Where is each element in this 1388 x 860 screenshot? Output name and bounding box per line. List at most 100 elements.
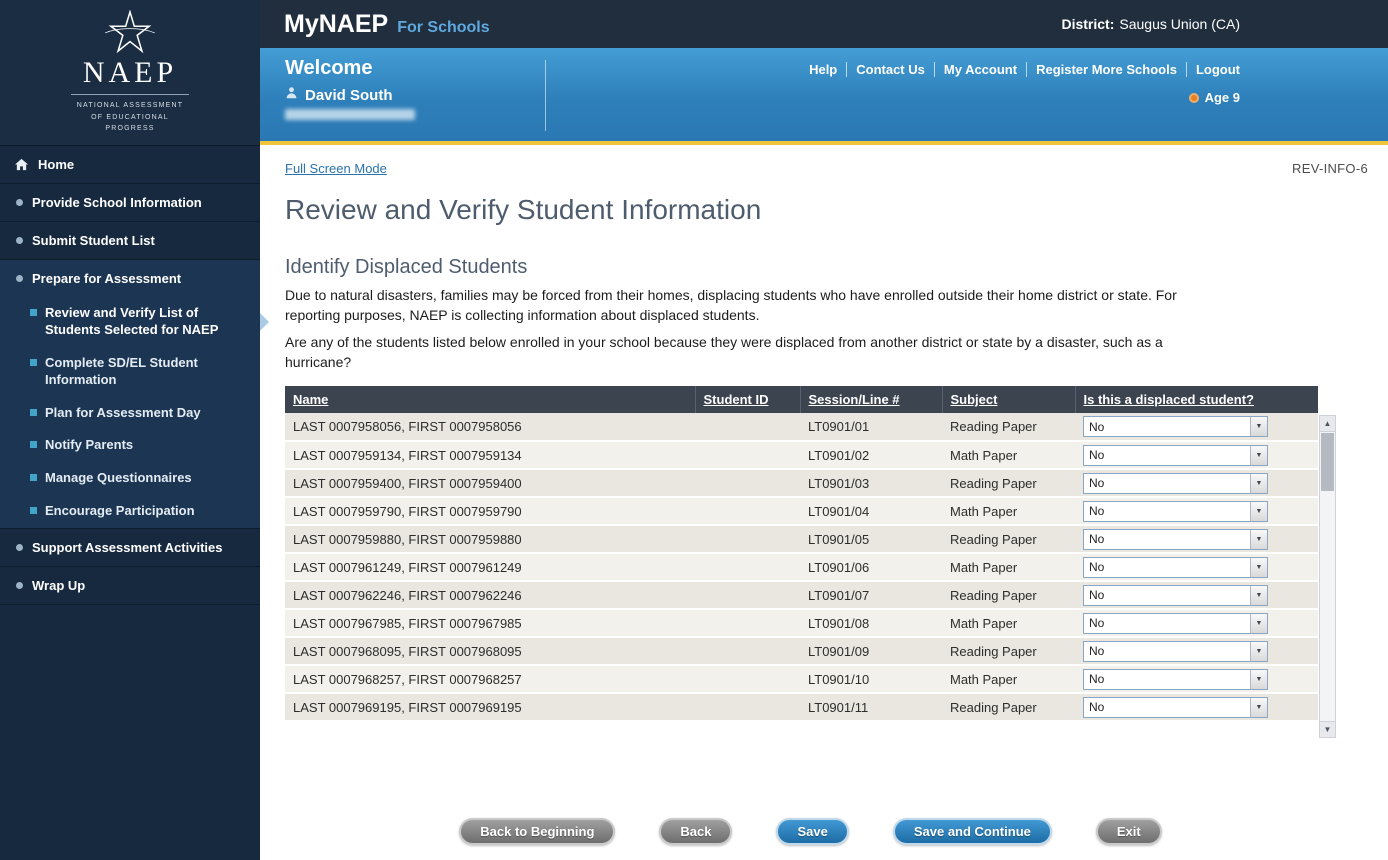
displaced-student-select[interactable]: No ▼: [1083, 641, 1268, 662]
chevron-down-icon: ▼: [1250, 614, 1267, 633]
select-value: No: [1084, 504, 1104, 518]
displaced-student-select[interactable]: No ▼: [1083, 585, 1268, 606]
table-row: LAST 0007968257, FIRST 0007968257 LT0901…: [285, 665, 1318, 693]
scroll-track[interactable]: [1320, 432, 1335, 721]
sidebar-subitem-label: Complete SD/EL Student Information: [45, 355, 246, 389]
displaced-cell: No ▼: [1075, 693, 1318, 721]
session-line-cell: LT0901/03: [800, 469, 942, 497]
table-row: LAST 0007961249, FIRST 0007961249 LT0901…: [285, 553, 1318, 581]
welcome-block: Welcome David South: [285, 57, 415, 120]
sidebar-group-prepare-for-assessment: Prepare for Assessment Review and Verify…: [0, 260, 260, 529]
table-scrollbar[interactable]: ▲ ▼: [1319, 415, 1336, 738]
subject-cell: Math Paper: [942, 553, 1075, 581]
session-line-cell: LT0901/08: [800, 609, 942, 637]
sidebar-item-provide-school-information[interactable]: Provide School Information: [0, 184, 260, 222]
exit-button[interactable]: Exit: [1096, 818, 1162, 845]
select-value: No: [1084, 420, 1104, 434]
save-button[interactable]: Save: [776, 818, 848, 845]
chevron-down-icon: ▼: [1250, 502, 1267, 521]
column-header-name[interactable]: Name: [285, 386, 695, 413]
select-value: No: [1084, 560, 1104, 574]
nav-link-register-more-schools[interactable]: Register More Schools: [1027, 62, 1187, 77]
page-code: REV-INFO-6: [1292, 161, 1368, 176]
back-to-beginning-button[interactable]: Back to Beginning: [459, 818, 615, 845]
home-icon: [14, 158, 29, 171]
naep-star-icon: [101, 10, 159, 54]
nav-link-help[interactable]: Help: [800, 62, 847, 77]
displaced-cell: No ▼: [1075, 441, 1318, 469]
sidebar-item-support-assessment-activities[interactable]: Support Assessment Activities: [0, 529, 260, 567]
column-header-student-id[interactable]: Student ID: [695, 386, 800, 413]
welcome-heading: Welcome: [285, 57, 415, 80]
student-id-cell: [695, 441, 800, 469]
nav-link-contact-us[interactable]: Contact Us: [847, 62, 935, 77]
full-screen-mode-link[interactable]: Full Screen Mode: [285, 161, 387, 176]
column-header-displaced[interactable]: Is this a displaced student?: [1075, 386, 1318, 413]
nav-link-my-account[interactable]: My Account: [935, 62, 1027, 77]
age-badge[interactable]: Age 9: [1189, 90, 1240, 105]
student-name-cell: LAST 0007962246, FIRST 0007962246: [285, 581, 695, 609]
scroll-thumb[interactable]: [1321, 433, 1334, 491]
content-meta: Full Screen Mode REV-INFO-6: [285, 161, 1368, 176]
square-bullet-icon: [30, 507, 37, 514]
sidebar-subitem-manage-questionnaires[interactable]: Manage Questionnaires: [0, 462, 260, 495]
column-header-session-line[interactable]: Session/Line #: [800, 386, 942, 413]
chevron-down-icon: ▼: [1250, 474, 1267, 493]
column-header-subject[interactable]: Subject: [942, 386, 1075, 413]
content-area: Full Screen Mode REV-INFO-6 Review and V…: [260, 145, 1388, 860]
displaced-student-select[interactable]: No ▼: [1083, 557, 1268, 578]
displaced-cell: No ▼: [1075, 469, 1318, 497]
intro-text: Due to natural disasters, families may b…: [285, 285, 1185, 326]
sidebar-item-home[interactable]: Home: [0, 146, 260, 184]
student-name-cell: LAST 0007961249, FIRST 0007961249: [285, 553, 695, 581]
students-table-container: Name Student ID Session/Line # Subject I…: [285, 386, 1336, 738]
displaced-student-select[interactable]: No ▼: [1083, 473, 1268, 494]
student-id-cell: [695, 609, 800, 637]
sidebar-subitem-label: Review and Verify List of Students Selec…: [45, 305, 246, 339]
select-value: No: [1084, 672, 1104, 686]
select-value: No: [1084, 448, 1104, 462]
square-bullet-icon: [30, 409, 37, 416]
sidebar-subitem-complete-sd-el-information[interactable]: Complete SD/EL Student Information: [0, 347, 260, 397]
displaced-student-select[interactable]: No ▼: [1083, 529, 1268, 550]
bullet-icon: [16, 275, 23, 282]
sidebar-item-wrap-up[interactable]: Wrap Up: [0, 567, 260, 605]
scroll-up-button[interactable]: ▲: [1320, 416, 1335, 432]
sidebar-subitem-review-and-verify-list[interactable]: Review and Verify List of Students Selec…: [0, 297, 260, 347]
student-id-cell: [695, 497, 800, 525]
chevron-down-icon: ▼: [1250, 530, 1267, 549]
session-line-cell: LT0901/04: [800, 497, 942, 525]
header-divider: [545, 60, 546, 131]
sidebar-subitem-plan-for-assessment-day[interactable]: Plan for Assessment Day: [0, 397, 260, 430]
sidebar-subitem-encourage-participation[interactable]: Encourage Participation: [0, 495, 260, 528]
session-line-cell: LT0901/02: [800, 441, 942, 469]
displaced-student-select[interactable]: No ▼: [1083, 416, 1268, 437]
table-row: LAST 0007959880, FIRST 0007959880 LT0901…: [285, 525, 1318, 553]
session-line-cell: LT0901/10: [800, 665, 942, 693]
scroll-down-button[interactable]: ▼: [1320, 721, 1335, 737]
square-bullet-icon: [30, 359, 37, 366]
displaced-student-select[interactable]: No ▼: [1083, 697, 1268, 718]
subject-cell: Math Paper: [942, 609, 1075, 637]
save-and-continue-button[interactable]: Save and Continue: [893, 818, 1052, 845]
back-button[interactable]: Back: [659, 818, 732, 845]
displaced-student-select[interactable]: No ▼: [1083, 445, 1268, 466]
sidebar-item-prepare-for-assessment[interactable]: Prepare for Assessment: [0, 260, 260, 297]
select-value: No: [1084, 532, 1104, 546]
subject-cell: Reading Paper: [942, 581, 1075, 609]
user-row: David South: [285, 86, 415, 104]
sidebar-item-label: Submit Student List: [32, 233, 155, 248]
displaced-cell: No ▼: [1075, 581, 1318, 609]
sidebar-item-label: Support Assessment Activities: [32, 540, 222, 555]
table-row: LAST 0007959400, FIRST 0007959400 LT0901…: [285, 469, 1318, 497]
student-id-cell: [695, 637, 800, 665]
displaced-student-select[interactable]: No ▼: [1083, 613, 1268, 634]
sidebar-subitem-label: Plan for Assessment Day: [45, 405, 201, 422]
displaced-cell: No ▼: [1075, 413, 1318, 441]
nav-link-logout[interactable]: Logout: [1187, 62, 1240, 77]
displaced-student-select[interactable]: No ▼: [1083, 501, 1268, 522]
sidebar-item-submit-student-list[interactable]: Submit Student List: [0, 222, 260, 260]
sidebar-subitem-notify-parents[interactable]: Notify Parents: [0, 429, 260, 462]
displaced-student-select[interactable]: No ▼: [1083, 669, 1268, 690]
select-value: No: [1084, 476, 1104, 490]
